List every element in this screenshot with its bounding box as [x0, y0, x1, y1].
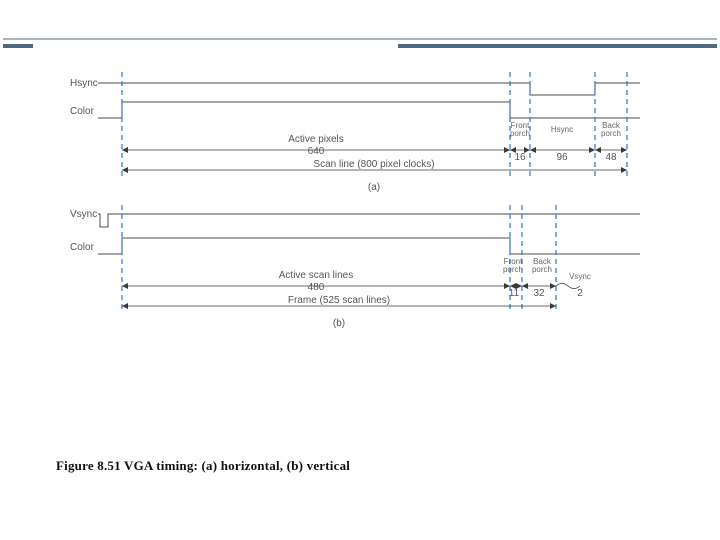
bp-label-a2: porch	[601, 129, 621, 138]
panel-b-caption: (b)	[333, 318, 345, 329]
svg-text:2: 2	[577, 288, 583, 299]
dim-b-active: Active scan lines 480	[122, 270, 510, 293]
figure-caption: Figure 8.51 VGA timing: (a) horizontal, …	[56, 458, 350, 474]
dim-a-active: Active pixels 640	[122, 134, 510, 157]
svg-text:Active pixels: Active pixels	[288, 134, 344, 145]
vsync-axis-label: Vsync	[70, 209, 97, 220]
dim-a-fp: 16	[510, 147, 530, 163]
color-waveform-b	[98, 238, 640, 254]
hsync-width-label: Hsync	[551, 125, 573, 134]
panel-a-caption: (a)	[368, 182, 380, 193]
panel-b: Vsync Color Front porch Back porch Activ…	[70, 205, 640, 329]
svg-text:16: 16	[514, 152, 526, 163]
hsync-axis-label: Hsync	[70, 78, 98, 89]
vsync-waveform	[98, 214, 640, 227]
dim-a-hsync: 96	[530, 147, 595, 163]
svg-text:32: 32	[533, 288, 545, 299]
panel-a: Hsync Color Front porch Hsync Back porch…	[70, 72, 640, 193]
fp-label-a2: porch	[510, 129, 530, 138]
dim-b-vsync: Vsync 2	[556, 272, 591, 299]
bp-label-b2: porch	[532, 265, 552, 274]
svg-text:Frame (525 scan lines): Frame (525 scan lines)	[288, 295, 390, 306]
dim-a-bp: 48	[595, 147, 627, 163]
svg-text:Scan line (800 pixel clocks): Scan line (800 pixel clocks)	[313, 159, 434, 170]
svg-text:640: 640	[308, 146, 325, 157]
dim-b-bp: 32	[522, 283, 556, 299]
dim-b-fp: 11	[509, 283, 522, 299]
dim-b-frame: Frame (525 scan lines)	[122, 295, 556, 309]
color-axis-label-b: Color	[70, 242, 95, 253]
color-waveform-a	[98, 102, 640, 118]
svg-text:Vsync: Vsync	[569, 272, 591, 281]
svg-text:Active scan lines: Active scan lines	[279, 270, 353, 281]
fp-label-b2: porch	[503, 265, 523, 274]
svg-text:48: 48	[605, 152, 617, 163]
svg-text:11: 11	[509, 288, 520, 299]
color-axis-label-a: Color	[70, 106, 95, 117]
svg-text:480: 480	[308, 282, 325, 293]
dim-a-scanline: Scan line (800 pixel clocks)	[122, 159, 627, 173]
hsync-waveform	[98, 83, 640, 95]
svg-text:96: 96	[556, 152, 568, 163]
